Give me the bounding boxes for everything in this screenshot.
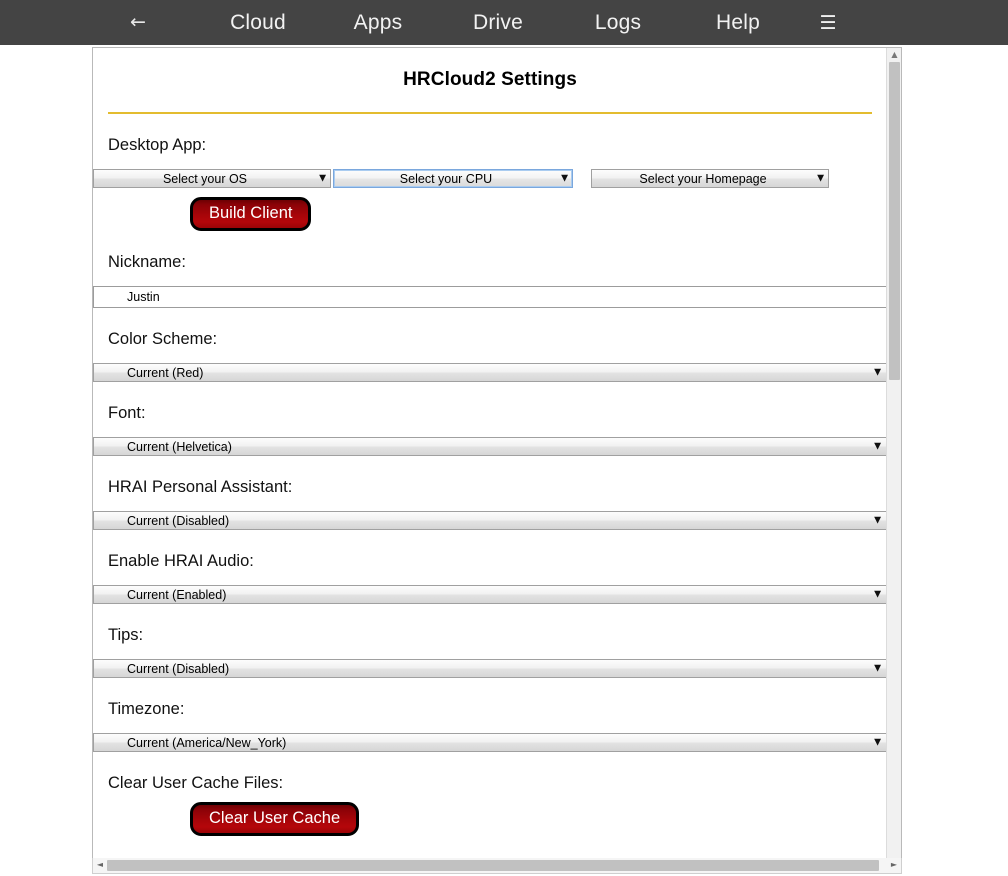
cpu-select[interactable]: Select your CPU ▼ xyxy=(333,169,573,188)
chevron-down-icon: ▼ xyxy=(874,664,881,673)
scroll-right-icon[interactable]: ► xyxy=(887,858,901,872)
nickname-label: Nickname: xyxy=(108,231,872,272)
horizontal-scrollbar-thumb[interactable] xyxy=(107,860,879,871)
hamburger-menu-icon[interactable]: ☰ xyxy=(798,12,858,34)
color-scheme-select[interactable]: Current (Red) ▼ xyxy=(93,363,887,382)
desktop-app-label: Desktop App: xyxy=(108,114,872,155)
build-client-row: Build Client xyxy=(108,197,872,231)
chevron-down-icon: ▼ xyxy=(561,174,568,183)
horizontal-scrollbar[interactable]: ◄ ► xyxy=(92,858,902,874)
chevron-down-icon: ▼ xyxy=(874,516,881,525)
nav-item-cloud[interactable]: Cloud xyxy=(198,11,318,35)
cpu-select-value: Select your CPU xyxy=(334,172,572,186)
nav-item-drive[interactable]: Drive xyxy=(438,11,558,35)
chevron-down-icon: ▼ xyxy=(319,174,326,183)
chevron-down-icon: ▼ xyxy=(874,738,881,747)
hrai-audio-value: Current (Enabled) xyxy=(94,588,226,602)
scroll-left-icon[interactable]: ◄ xyxy=(93,858,107,872)
homepage-select-value: Select your Homepage xyxy=(592,172,828,186)
os-select[interactable]: Select your OS ▼ xyxy=(93,169,331,188)
nav-item-logs[interactable]: Logs xyxy=(558,11,678,35)
chevron-down-icon: ▼ xyxy=(874,368,881,377)
timezone-value: Current (America/New_York) xyxy=(94,736,286,750)
tips-value: Current (Disabled) xyxy=(94,662,229,676)
vertical-scrollbar[interactable]: ▲ ▼ xyxy=(886,48,901,873)
chevron-down-icon: ▼ xyxy=(874,442,881,451)
nav-item-help[interactable]: Help xyxy=(678,11,798,35)
font-label: Font: xyxy=(108,382,872,423)
clear-user-cache-button[interactable]: Clear User Cache xyxy=(190,802,359,836)
nav-item-apps[interactable]: Apps xyxy=(318,11,438,35)
os-select-value: Select your OS xyxy=(94,172,330,186)
top-navigation-bar: ← Cloud Apps Drive Logs Help ☰ xyxy=(0,0,1008,45)
hrai-assistant-select[interactable]: Current (Disabled) ▼ xyxy=(93,511,887,530)
settings-scroll-frame: HRCloud2 Settings Desktop App: Select yo… xyxy=(92,47,902,874)
build-client-button[interactable]: Build Client xyxy=(190,197,311,231)
color-scheme-value: Current (Red) xyxy=(94,366,203,380)
page-title: HRCloud2 Settings xyxy=(108,69,872,91)
hrai-assistant-label: HRAI Personal Assistant: xyxy=(108,456,872,497)
homepage-select[interactable]: Select your Homepage ▼ xyxy=(591,169,829,188)
timezone-label: Timezone: xyxy=(108,678,872,719)
hrai-audio-select[interactable]: Current (Enabled) ▼ xyxy=(93,585,887,604)
tips-select[interactable]: Current (Disabled) ▼ xyxy=(93,659,887,678)
color-scheme-label: Color Scheme: xyxy=(108,308,872,349)
font-value: Current (Helvetica) xyxy=(94,440,232,454)
tips-label: Tips: xyxy=(108,604,872,645)
timezone-select[interactable]: Current (America/New_York) ▼ xyxy=(93,733,887,752)
scroll-up-icon[interactable]: ▲ xyxy=(887,48,902,62)
hrai-audio-label: Enable HRAI Audio: xyxy=(108,530,872,571)
chevron-down-icon: ▼ xyxy=(817,174,824,183)
chevron-down-icon: ▼ xyxy=(874,590,881,599)
desktop-app-select-row: Select your OS ▼ Select your CPU ▼ Selec… xyxy=(93,169,887,188)
vertical-scrollbar-thumb[interactable] xyxy=(889,62,900,380)
nickname-input[interactable] xyxy=(93,286,887,308)
clear-user-cache-row: Clear User Cache xyxy=(108,802,872,836)
hrai-assistant-value: Current (Disabled) xyxy=(94,514,229,528)
settings-content: HRCloud2 Settings Desktop App: Select yo… xyxy=(93,48,887,874)
back-arrow-icon[interactable]: ← xyxy=(78,13,198,32)
clear-user-cache-label: Clear User Cache Files: xyxy=(108,752,872,793)
font-select[interactable]: Current (Helvetica) ▼ xyxy=(93,437,887,456)
